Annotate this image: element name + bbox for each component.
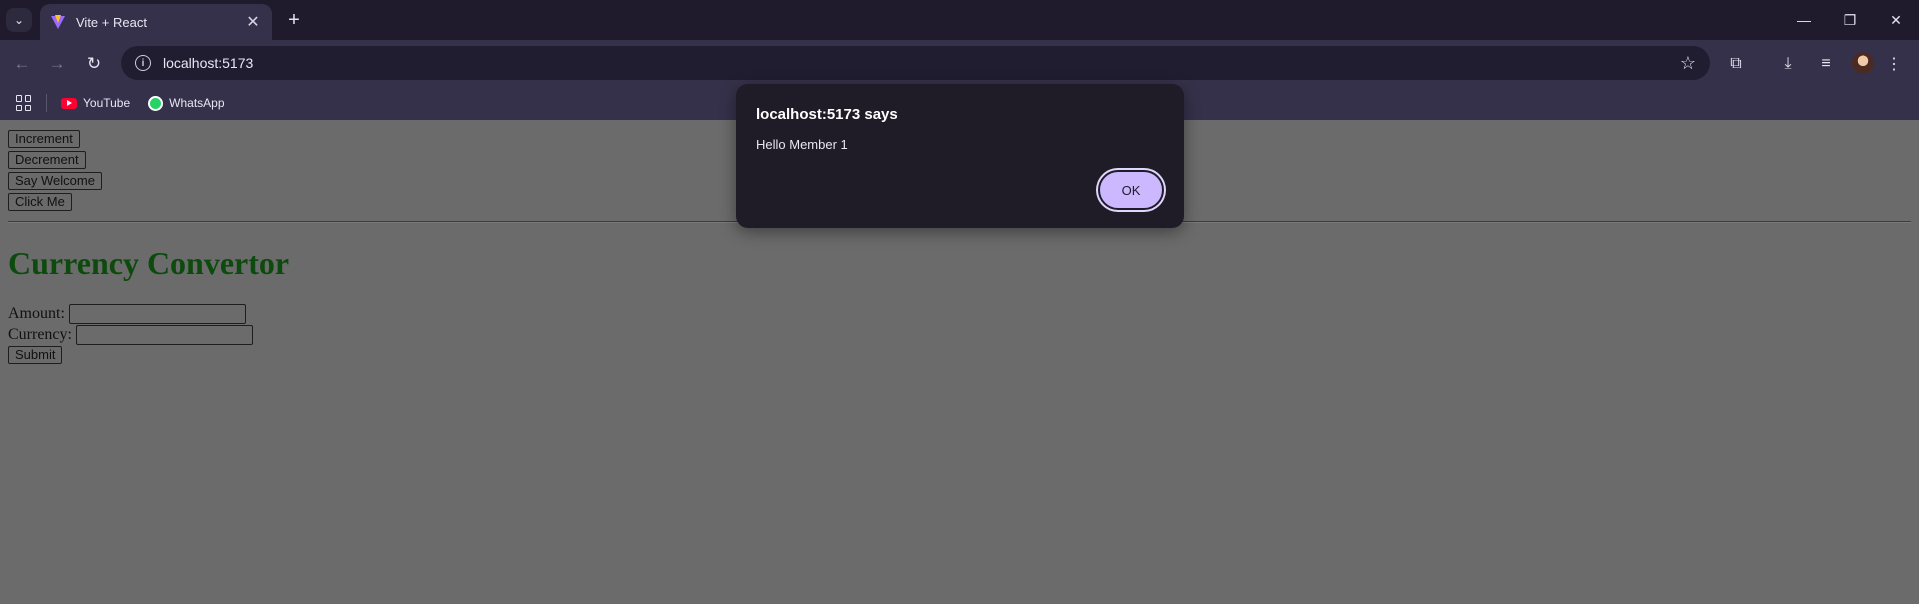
decrement-button[interactable]: Decrement [8,151,86,169]
new-tab-button[interactable]: + [282,8,306,32]
tab-vite-react[interactable]: Vite + React ✕ [40,4,272,40]
currency-label: Currency: [8,326,72,343]
back-icon[interactable]: ← [10,52,34,76]
amount-row: Amount: [8,304,246,324]
bookmark-label: YouTube [83,96,131,110]
submit-button[interactable]: Submit [8,346,63,364]
bookmark-star-icon[interactable]: ☆ [1680,53,1696,74]
amount-label: Amount: [8,305,65,322]
close-window-icon[interactable]: ✕ [1873,0,1919,40]
site-info-icon[interactable]: i [135,55,151,71]
forward-icon[interactable]: → [45,52,69,76]
reading-list-icon[interactable]: ≡ [1814,52,1838,76]
browser-toolbar: ← → ↻ i localhost:5173 ☆ ⧉ ⤓ ≡ ⋮ [0,40,1919,86]
tab-title: Vite + React [76,14,147,30]
reload-icon[interactable]: ↻ [82,52,106,76]
download-icon[interactable]: ⤓ [1776,52,1800,76]
page-title: Currency Convertor [8,245,290,281]
amount-input[interactable] [68,304,246,324]
click-me-button[interactable]: Click Me [8,193,72,211]
bookmarks-divider [46,94,47,112]
address-bar[interactable]: i localhost:5173 ☆ [121,46,1710,80]
menu-icon[interactable]: ⋮ [1882,52,1906,76]
minimize-icon[interactable]: — [1781,0,1827,40]
ok-button[interactable]: OK [1098,170,1164,210]
whatsapp-icon [148,95,164,111]
increment-button[interactable]: Increment [8,130,80,148]
alert-message: Hello Member 1 [756,137,848,152]
restore-icon[interactable]: ❐ [1827,0,1873,40]
apps-grid-icon[interactable] [16,95,32,111]
currency-input[interactable] [75,325,253,345]
alert-dialog: localhost:5173 says Hello Member 1 OK [736,84,1184,228]
tab-search-button[interactable]: ⌄ [6,8,32,32]
chevron-down-icon: ⌄ [13,13,25,27]
bookmark-whatsapp[interactable]: WhatsApp [148,95,225,111]
youtube-icon [61,97,77,109]
profile-avatar[interactable] [1852,52,1874,74]
vite-favicon-icon [51,15,65,29]
window-controls: — ❐ ✕ [1781,0,1919,40]
tab-strip: ⌄ Vite + React ✕ + — ❐ ✕ [0,0,1919,40]
bookmark-youtube[interactable]: YouTube [61,96,130,110]
address-url: localhost:5173 [163,55,254,71]
say-welcome-button[interactable]: Say Welcome [8,172,102,190]
tab-close-icon[interactable]: ✕ [244,12,262,32]
bookmark-label: WhatsApp [169,96,225,110]
currency-row: Currency: [8,325,253,345]
alert-title: localhost:5173 says [756,106,898,123]
extensions-icon[interactable]: ⧉ [1724,52,1748,76]
